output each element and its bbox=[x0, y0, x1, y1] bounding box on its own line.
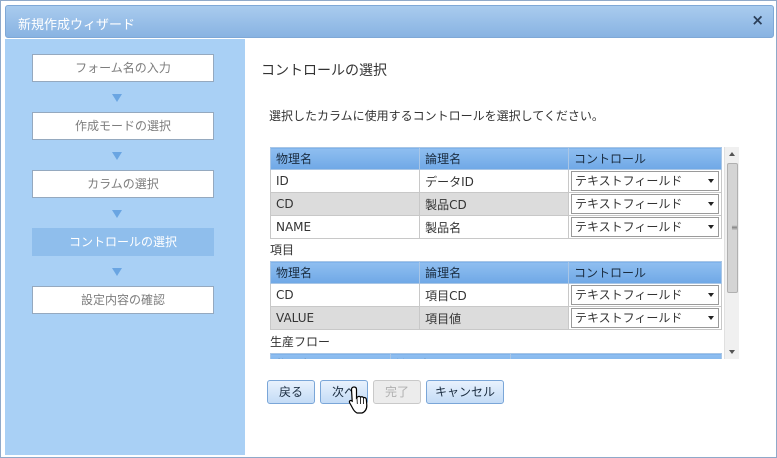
chevron-down-icon bbox=[708, 179, 714, 183]
back-button[interactable]: 戻る bbox=[267, 380, 315, 404]
step-arrow-icon bbox=[112, 94, 122, 102]
chevron-down-icon bbox=[708, 202, 714, 206]
select-value: テキストフィールド bbox=[575, 220, 683, 234]
table-header-row: 物理名 論理名 コントロール bbox=[270, 353, 722, 359]
control-table: 物理名 論理名 コントロール ID データID テキストフィールド CD 製品C… bbox=[269, 147, 722, 239]
step-form-name[interactable]: フォーム名の入力 bbox=[32, 54, 214, 82]
control-table: 物理名 論理名 コントロール bbox=[270, 353, 722, 359]
logical-name-cell: 項目値 bbox=[419, 306, 569, 330]
table-row: CD 項目CD テキストフィールド bbox=[269, 283, 722, 307]
logical-name-cell: 製品名 bbox=[419, 215, 569, 239]
table-row: VALUE 項目値 テキストフィールド bbox=[269, 306, 722, 330]
logical-name-cell: データID bbox=[419, 169, 569, 193]
physical-name-cell: CD bbox=[269, 192, 421, 216]
step-column-select[interactable]: カラムの選択 bbox=[32, 170, 214, 198]
table-row: CD 製品CD テキストフィールド bbox=[269, 192, 722, 216]
header-logical: 論理名 bbox=[419, 261, 569, 284]
chevron-down-icon bbox=[708, 225, 714, 229]
select-value: テキストフィールド bbox=[575, 174, 683, 188]
logical-name-cell: 製品CD bbox=[419, 192, 569, 216]
table-row: ID データID テキストフィールド bbox=[269, 169, 722, 193]
title-bar[interactable]: 新規作成ウィザード × bbox=[5, 5, 774, 38]
select-value: テキストフィールド bbox=[575, 288, 683, 302]
control-select[interactable]: テキストフィールド bbox=[571, 217, 719, 237]
control-select[interactable]: テキストフィールド bbox=[571, 308, 719, 328]
header-physical: 物理名 bbox=[269, 147, 421, 170]
header-control: コントロール bbox=[509, 353, 722, 359]
table-header-row: 物理名 論理名 コントロール bbox=[269, 147, 722, 170]
group-label: 項目 bbox=[270, 243, 295, 257]
physical-name-cell: ID bbox=[269, 169, 421, 193]
column-control-grid: 物理名 論理名 コントロール ID データID テキストフィールド CD 製品C… bbox=[269, 147, 739, 359]
finish-button: 完了 bbox=[373, 380, 421, 404]
wizard-steps-sidebar: フォーム名の入力 作成モードの選択 カラムの選択 コントロールの選択 設定内容の… bbox=[5, 39, 245, 455]
cancel-button[interactable]: キャンセル bbox=[426, 380, 504, 404]
header-physical: 物理名 bbox=[269, 261, 421, 284]
hand-cursor-icon bbox=[348, 386, 368, 414]
logical-name-cell: 項目CD bbox=[419, 283, 569, 307]
control-table: 物理名 論理名 コントロール CD 項目CD テキストフィールド VALUE 項… bbox=[269, 261, 722, 330]
step-arrow-icon bbox=[112, 152, 122, 160]
header-logical: 論理名 bbox=[419, 147, 569, 170]
page-title: コントロールの選択 bbox=[261, 63, 387, 79]
header-physical: 物理名 bbox=[270, 353, 391, 359]
control-select[interactable]: テキストフィールド bbox=[571, 194, 719, 214]
physical-name-cell: VALUE bbox=[269, 306, 421, 330]
step-control-select[interactable]: コントロールの選択 bbox=[32, 228, 214, 256]
header-control: コントロール bbox=[568, 261, 722, 284]
physical-name-cell: NAME bbox=[269, 215, 421, 239]
vertical-scrollbar[interactable]: ≡ bbox=[724, 147, 739, 359]
physical-name-cell: CD bbox=[269, 283, 421, 307]
select-value: テキストフィールド bbox=[575, 311, 683, 325]
step-creation-mode[interactable]: 作成モードの選択 bbox=[32, 112, 214, 140]
control-select[interactable]: テキストフィールド bbox=[571, 171, 719, 191]
instruction-text: 選択したカラムに使用するコントロールを選択してください。 bbox=[269, 109, 604, 123]
scroll-up-icon[interactable] bbox=[729, 152, 735, 156]
close-icon[interactable]: × bbox=[751, 11, 764, 29]
select-value: テキストフィールド bbox=[575, 197, 683, 211]
chevron-down-icon bbox=[708, 316, 714, 320]
step-arrow-icon bbox=[112, 210, 122, 218]
table-row: NAME 製品名 テキストフィールド bbox=[269, 215, 722, 239]
scroll-down-icon[interactable] bbox=[729, 350, 735, 354]
window-title: 新規作成ウィザード bbox=[18, 18, 136, 33]
header-control: コントロール bbox=[568, 147, 722, 170]
group-label: 生産フロー bbox=[270, 335, 331, 349]
step-confirm-settings[interactable]: 設定内容の確認 bbox=[32, 286, 214, 314]
header-logical: 論理名 bbox=[389, 353, 511, 359]
table-header-row: 物理名 論理名 コントロール bbox=[269, 261, 722, 284]
wizard-dialog: 新規作成ウィザード × フォーム名の入力 作成モードの選択 カラムの選択 コント… bbox=[0, 0, 777, 458]
step-arrow-icon bbox=[112, 268, 122, 276]
scroll-thumb[interactable]: ≡ bbox=[727, 163, 738, 293]
chevron-down-icon bbox=[708, 293, 714, 297]
grip-icon: ≡ bbox=[731, 223, 738, 232]
control-select[interactable]: テキストフィールド bbox=[571, 285, 719, 305]
